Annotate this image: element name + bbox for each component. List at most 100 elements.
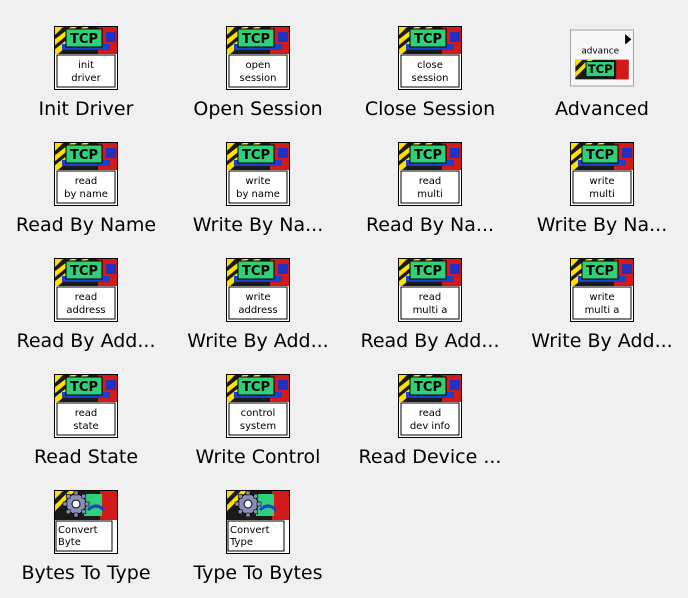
icon-caption-line-2: driver xyxy=(71,73,101,84)
palette-item-label: Write By Add... xyxy=(531,330,673,352)
tcp-vi-icon: TCP write multi a xyxy=(570,258,634,322)
palette-item-read-by-na[interactable]: TCP read multi Read By Na... xyxy=(344,116,516,236)
tcp-badge-text: TCP xyxy=(414,380,442,395)
palette-item-close-session[interactable]: TCP close session Close Session xyxy=(344,0,516,120)
tcp-badge-text: TCP xyxy=(242,264,270,279)
convert-caption-line-2: Byte xyxy=(58,537,81,548)
palette-item-write-by-add[interactable]: TCP write address Write By Add... xyxy=(172,232,344,352)
tcp-vi-icon: TCP open session xyxy=(226,26,290,90)
tcp-vi-icon: TCP write multi xyxy=(570,142,634,206)
tcp-badge-text: TCP xyxy=(586,264,614,279)
advanced-folder-icon: advance TCP xyxy=(570,29,634,87)
icon-caption-line-1: control xyxy=(241,408,276,419)
palette-item-advanced[interactable]: advance TCP Advanced xyxy=(516,0,688,120)
tcp-badge-text: TCP xyxy=(242,380,270,395)
palette-item-icon-wrap: TCP read by name xyxy=(54,142,118,206)
tcp-vi-icon: TCP read multi xyxy=(398,142,462,206)
palette-item-label: Read Device ... xyxy=(358,446,502,468)
palette-item-icon-wrap: TCP open session xyxy=(226,26,290,90)
palette-item-read-device[interactable]: TCP read dev info Read Device ... xyxy=(344,348,516,468)
tcp-vi-icon: TCP read state xyxy=(54,374,118,438)
icon-caption-line-1: close xyxy=(417,60,443,71)
palette-item-type-to-bytes[interactable]: Convert Type Type To Bytes xyxy=(172,464,344,584)
palette-item-label: Type To Bytes xyxy=(193,562,323,584)
tcp-badge-text: TCP xyxy=(414,148,442,163)
tcp-vi-icon: TCP control system xyxy=(226,374,290,438)
icon-caption-line-2: dev info xyxy=(410,421,450,432)
icon-caption-line-1: open xyxy=(246,60,271,71)
palette-item-icon-wrap: TCP read address xyxy=(54,258,118,322)
convert-icon: ConvertType xyxy=(226,490,290,554)
palette-item-bytes-to-type[interactable]: Convert Byte Bytes To Type xyxy=(0,464,172,584)
palette-item-write-by-add[interactable]: TCP write multi a Write By Add... xyxy=(516,232,688,352)
palette-item-icon-wrap: TCP init driver xyxy=(54,26,118,90)
icon-caption-line-2: system xyxy=(240,421,276,432)
palette-item-read-state[interactable]: TCP read state Read State xyxy=(0,348,172,468)
palette-item-write-by-na[interactable]: TCP write multi Write By Na... xyxy=(516,116,688,236)
palette-item-init-driver[interactable]: TCP init driver Init Driver xyxy=(0,0,172,120)
icon-caption-line-2: address xyxy=(238,305,277,316)
tcp-badge-text: TCP xyxy=(586,148,614,163)
advanced-caption: advance xyxy=(581,47,619,57)
palette-item-icon-wrap: TCP control system xyxy=(226,374,290,438)
tcp-badge-text: TCP xyxy=(70,32,98,47)
palette-item-icon-wrap: advance TCP xyxy=(570,26,634,90)
palette-item-icon-wrap: TCP write multi xyxy=(570,142,634,206)
icon-caption-line-2: session xyxy=(239,73,276,84)
icon-caption-line-2: multi a xyxy=(413,305,448,316)
tcp-vi-icon: TCP read by name xyxy=(54,142,118,206)
tcp-vi-icon: TCP read dev info xyxy=(398,374,462,438)
icon-caption-line-2: state xyxy=(73,421,98,432)
icon-caption-line-1: write xyxy=(589,292,614,303)
icon-caption-line-1: read xyxy=(75,292,98,303)
palette-item-icon-wrap: Convert Type xyxy=(226,490,290,554)
palette-item-label: Bytes To Type xyxy=(21,562,151,584)
palette-item-read-by-name[interactable]: TCP read by name Read By Name xyxy=(0,116,172,236)
icon-caption-line-2: by name xyxy=(64,189,108,200)
tcp-badge-text: TCP xyxy=(414,32,442,47)
icon-caption-line-1: read xyxy=(75,408,98,419)
advanced-tcp-text: TCP xyxy=(588,62,613,76)
tcp-vi-icon: TCP init driver xyxy=(54,26,118,90)
icon-caption-line-1: read xyxy=(419,292,442,303)
palette-item-icon-wrap: TCP write address xyxy=(226,258,290,322)
convert-caption-line-1: Convert xyxy=(58,525,98,536)
icon-caption-line-1: write xyxy=(245,176,270,187)
tcp-vi-icon: TCP close session xyxy=(398,26,462,90)
tcp-vi-icon: TCP read multi a xyxy=(398,258,462,322)
tcp-badge-text: TCP xyxy=(414,264,442,279)
palette-item-read-by-add[interactable]: TCP read address Read By Add... xyxy=(0,232,172,352)
palette-item-icon-wrap: TCP read multi a xyxy=(398,258,462,322)
convert-caption-line-2: Type xyxy=(229,537,253,548)
convert-caption-line-1: Convert xyxy=(230,525,270,536)
palette-item-icon-wrap: TCP close session xyxy=(398,26,462,90)
icon-caption-line-1: init xyxy=(78,60,94,71)
icon-caption-line-1: write xyxy=(245,292,270,303)
tcp-badge-text: TCP xyxy=(70,264,98,279)
palette-item-icon-wrap: TCP read dev info xyxy=(398,374,462,438)
palette-item-icon-wrap: TCP read multi xyxy=(398,142,462,206)
tcp-vi-icon: TCP write address xyxy=(226,258,290,322)
icon-caption-line-2: multi xyxy=(589,189,615,200)
palette-item-open-session[interactable]: TCP open session Open Session xyxy=(172,0,344,120)
tcp-badge-text: TCP xyxy=(242,148,270,163)
function-palette: TCP init driver Init Driver TCP open session Op… xyxy=(0,0,688,598)
icon-caption-line-1: read xyxy=(419,408,442,419)
icon-caption-line-2: session xyxy=(411,73,448,84)
palette-item-write-control[interactable]: TCP control system Write Control xyxy=(172,348,344,468)
palette-item-write-by-na[interactable]: TCP write by name Write By Na... xyxy=(172,116,344,236)
icon-caption-line-2: multi a xyxy=(585,305,620,316)
convert-icon: ConvertByte xyxy=(54,490,118,554)
palette-item-icon-wrap: Convert Byte xyxy=(54,490,118,554)
icon-caption-line-1: read xyxy=(75,176,98,187)
icon-caption-line-1: write xyxy=(589,176,614,187)
palette-item-icon-wrap: TCP write multi a xyxy=(570,258,634,322)
tcp-badge-text: TCP xyxy=(70,148,98,163)
tcp-vi-icon: TCP write by name xyxy=(226,142,290,206)
icon-caption-line-2: by name xyxy=(236,189,280,200)
palette-item-icon-wrap: TCP write by name xyxy=(226,142,290,206)
icon-caption-line-1: read xyxy=(419,176,442,187)
palette-item-icon-wrap: TCP read state xyxy=(54,374,118,438)
tcp-badge-text: TCP xyxy=(242,32,270,47)
palette-item-read-by-add[interactable]: TCP read multi a Read By Add... xyxy=(344,232,516,352)
